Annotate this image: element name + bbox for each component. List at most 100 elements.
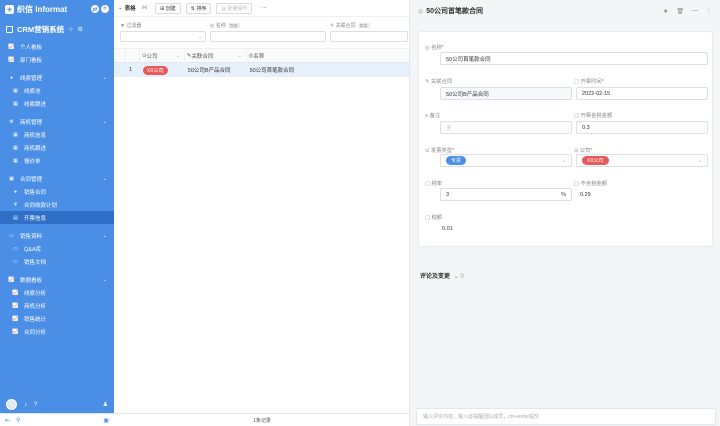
sidebar-group-7[interactable]: ⚙ 商机管理 ⌄ bbox=[0, 115, 114, 128]
amount-label: ▢ 开票金税金额 bbox=[574, 113, 613, 119]
chevron-down-icon[interactable]: ⌄ bbox=[103, 75, 107, 81]
sidebar-item-label: 线索跟进 bbox=[24, 101, 47, 108]
company-select[interactable]: XX公司 ⌄ bbox=[576, 154, 708, 167]
sidebar-item-22[interactable]: 📈 线索分析 bbox=[0, 286, 114, 299]
date-label: ▢ 开票时间* bbox=[574, 79, 604, 85]
star-icon[interactable]: ★ bbox=[663, 8, 668, 15]
dot-icon: ● bbox=[13, 188, 18, 195]
record-count: 1条记录 bbox=[114, 413, 410, 426]
view-title[interactable]: 表格 bbox=[125, 4, 136, 12]
sidebar-group-17[interactable]: ▭ 销售资料 ⌄ bbox=[0, 229, 114, 242]
more-icon[interactable]: ⋮ bbox=[706, 8, 712, 15]
sidebar-item-10[interactable]: ▦ 报价单 bbox=[0, 154, 114, 167]
date-field[interactable]: 2022-02-15 bbox=[576, 87, 708, 100]
app-icon bbox=[6, 25, 13, 33]
chart-icon: 📈 bbox=[12, 289, 19, 296]
sidebar-item-4[interactable]: ▦ 线索池 bbox=[0, 84, 114, 97]
comments-header[interactable]: 评论及变更 ⌄ 0 bbox=[420, 271, 464, 280]
comment-input[interactable]: 输入评论内容，输入@提醒团队成员，ctrl+enter提交 bbox=[416, 408, 716, 425]
filter-label: ▼ 过滤器 bbox=[120, 23, 142, 29]
trash-icon[interactable]: 🗑 bbox=[676, 8, 684, 15]
sidebar-item-9[interactable]: ▦ 商机跟进 bbox=[0, 141, 114, 154]
collapse-icon[interactable]: ⇤ bbox=[5, 417, 10, 424]
expand-icon[interactable]: ▣ bbox=[103, 417, 109, 424]
sidebar-item-19[interactable]: ▭ 销售文档 bbox=[0, 255, 114, 268]
amount-field[interactable]: 0.3 bbox=[576, 121, 708, 134]
sidebar-group-21[interactable]: 📈 数据看板 ⌄ bbox=[0, 273, 114, 286]
name-field[interactable]: 50公司首笔款合同 bbox=[440, 52, 708, 65]
sort-button[interactable]: ⇅ 排序 bbox=[185, 2, 212, 14]
app-name: CRM营销系统 bbox=[17, 24, 65, 34]
column-header-name[interactable]: ◎ 名称 bbox=[247, 49, 409, 63]
sidebar-item-label: 商机分析 bbox=[24, 303, 47, 310]
sidebar-group-3[interactable]: ♦ 线索管理 ⌄ bbox=[0, 71, 114, 84]
sidebar-item-label: 销售合同 bbox=[24, 189, 47, 196]
gear-icon[interactable]: ⚙ bbox=[77, 26, 82, 33]
brand-logo-icon: ◈ bbox=[5, 4, 14, 14]
sidebar-group-12[interactable]: ▣ 合同管理 ⌄ bbox=[0, 172, 114, 185]
help-icon[interactable]: ? bbox=[34, 402, 37, 408]
chevron-down-icon[interactable]: ⌄ bbox=[118, 5, 123, 11]
column-header-contract[interactable]: ✎ 关联合同 ⌄ bbox=[185, 48, 247, 63]
more-icon[interactable]: ··· bbox=[261, 5, 267, 11]
sidebar-item-0[interactable]: 📈 个人看板 bbox=[0, 40, 114, 53]
chevron-down-icon[interactable]: ⌄ bbox=[103, 176, 107, 182]
sidebar-item-label: 合同分析 bbox=[24, 329, 47, 336]
row-checkbox-header[interactable] bbox=[114, 48, 126, 63]
sidebar-item-label: 线索管理 bbox=[20, 75, 43, 82]
sidebar-item-15[interactable]: ▤ 开票信息 bbox=[0, 211, 114, 224]
remark-field[interactable]: 无 bbox=[440, 121, 572, 134]
notax-value: 0.29 bbox=[580, 192, 591, 198]
column-header-company[interactable]: ⊙ 公司 ⌄ bbox=[140, 48, 185, 63]
minimize-icon[interactable]: — bbox=[692, 8, 698, 14]
user-switch-icon[interactable]: ⇄ bbox=[91, 5, 99, 13]
name-filter-input[interactable] bbox=[210, 31, 326, 42]
sidebar-item-25[interactable]: 📈 合同分析 bbox=[0, 325, 114, 338]
sidebar-item-5[interactable]: ▦ 线索跟进 bbox=[0, 97, 114, 110]
sidebar-item-24[interactable]: 📈 销售统计 bbox=[0, 312, 114, 325]
share-icon[interactable]: ⋈ bbox=[142, 5, 148, 11]
tax-rate-field[interactable]: 3% bbox=[440, 188, 572, 201]
table-row[interactable]: 1 XX公司 50公司B产品合同 50公司首笔款合同 bbox=[114, 63, 409, 77]
contract-filter-input[interactable] bbox=[330, 31, 408, 42]
bell-icon[interactable]: ♪ bbox=[24, 402, 27, 408]
notax-label: ▢ 不含税金额 bbox=[574, 181, 607, 187]
brand-bar: ◈ 织信 Informat ⇄ + bbox=[0, 0, 114, 18]
row-checkbox[interactable] bbox=[114, 63, 126, 77]
chevron-down-icon[interactable]: ⌄ bbox=[103, 277, 107, 283]
sidebar-item-8[interactable]: ▦ 商机信息 bbox=[0, 128, 114, 141]
company-filter-select[interactable]: ⌄ bbox=[120, 31, 206, 42]
batch-button[interactable]: ▤ 批量操作 bbox=[216, 2, 253, 14]
cell-name: 50公司首笔款合同 bbox=[249, 68, 295, 74]
chevron-down-icon[interactable]: ⌄ bbox=[103, 233, 107, 239]
file-icon: ▣ bbox=[9, 175, 14, 182]
sidebar-item-label: 合同收款计划 bbox=[24, 202, 58, 209]
record-icon: ◎ bbox=[418, 8, 424, 15]
avatar[interactable] bbox=[6, 399, 17, 410]
detail-panel: ◎ 50公司首笔款合同 ★ 🗑 — ⋮ ◎ 名称* 50公司首笔款合同 ✎ 关联… bbox=[410, 0, 720, 426]
invoice-type-select[interactable]: 专票 ⌄ bbox=[440, 154, 572, 167]
add-icon[interactable]: + bbox=[101, 5, 109, 13]
sidebar-item-label: 商机信息 bbox=[24, 132, 47, 139]
sidebar-item-18[interactable]: ▭ Q&A库 bbox=[0, 242, 114, 255]
sidebar-item-23[interactable]: 📈 商机分析 bbox=[0, 299, 114, 312]
sidebar-item-label: 商机管理 bbox=[20, 119, 43, 126]
star-icon[interactable]: ☆ bbox=[68, 26, 73, 33]
sidebar-item-14[interactable]: ¥ 合同收款计划 bbox=[0, 198, 114, 211]
create-button[interactable]: ⊞ 创建 bbox=[155, 2, 181, 14]
sidebar-item-label: 销售资料 bbox=[20, 233, 43, 240]
sidebar-item-label: 合同管理 bbox=[20, 176, 43, 183]
chevron-down-icon[interactable]: ⌄ bbox=[103, 119, 107, 125]
type-label: ⊙ 发票类型* bbox=[425, 148, 455, 154]
chart-icon: 📈 bbox=[12, 328, 19, 335]
team-icon[interactable]: ♟ bbox=[103, 401, 108, 408]
contract-field[interactable]: 50公司B产品合同 bbox=[440, 87, 572, 100]
search-icon[interactable]: ⚲ bbox=[16, 417, 20, 424]
list-toolbar: ⌄ 表格 ⋈ ⊞ 创建 ⇅ 排序 ▤ 批量操作 ··· bbox=[114, 0, 409, 17]
app-header[interactable]: CRM营销系统 ☆ ⚙ bbox=[0, 18, 114, 40]
sidebar-item-1[interactable]: 📈 部门看板 bbox=[0, 53, 114, 66]
sidebar-item-label: 商机跟进 bbox=[24, 145, 47, 152]
remark-label: ≡ 备注 bbox=[425, 113, 441, 119]
sidebar-nav: 📈 个人看板 📈 部门看板 ♦ 线索管理 ⌄ ▦ 线索池 ▦ 线索跟进 ⚙ 商机管理 ⌄ ▦ 商机信息 ▦ 商机跟… bbox=[0, 40, 114, 338]
sidebar-item-13[interactable]: ● 销售合同 bbox=[0, 185, 114, 198]
